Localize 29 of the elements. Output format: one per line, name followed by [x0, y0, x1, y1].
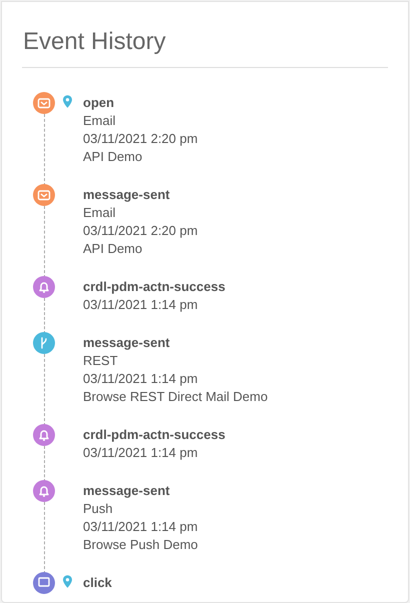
event-name: message-sent [83, 186, 171, 204]
envelope-icon [33, 92, 55, 114]
event-name: message-sent [83, 482, 171, 500]
event-detail: Email [83, 204, 117, 222]
event-detail: Push [83, 500, 114, 518]
event-detail: API Demo [83, 148, 144, 166]
event-name: open [83, 94, 116, 112]
branch-icon [33, 332, 55, 354]
event-name: crdl-pdm-actn-success [83, 278, 226, 296]
event-detail: 03/11/2021 1:14 pm [83, 518, 198, 536]
bell-icon [33, 480, 55, 502]
event-detail: 03/11/2021 1:14 pm [83, 370, 199, 388]
message-icon [33, 572, 55, 594]
event-detail: Email [83, 112, 117, 130]
event-detail: API Demo [83, 240, 144, 258]
event-name: crdl-pdm-actn-success [83, 426, 226, 444]
bell-icon [33, 276, 55, 298]
event-detail: REST [83, 352, 119, 370]
event-detail: 03/11/2021 1:14 pm [83, 444, 199, 462]
bell-icon [33, 424, 55, 446]
event-name: click [83, 574, 112, 592]
event-detail: Browse REST Direct Mail Demo [83, 388, 268, 406]
envelope-icon [33, 184, 55, 206]
event-detail: 03/11/2021 1:14 pm [83, 296, 199, 314]
event-detail: 03/11/2021 2:20 pm [83, 130, 198, 148]
event-detail: Browse Push Demo [83, 536, 198, 554]
event-name: message-sent [83, 334, 171, 352]
event-detail: 03/11/2021 2:20 pm [83, 222, 198, 240]
panel-title: Event History [23, 27, 167, 57]
